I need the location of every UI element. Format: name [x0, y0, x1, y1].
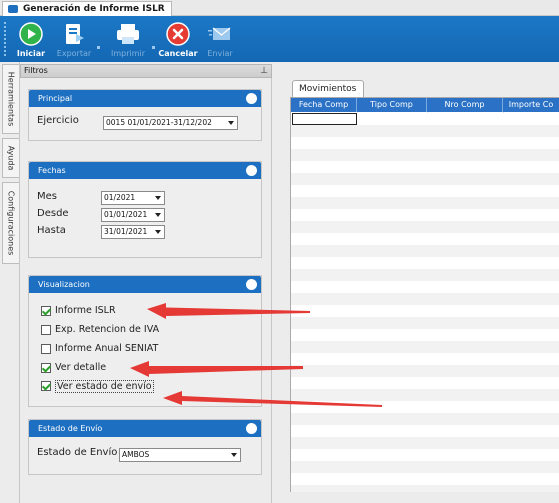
red-arrow-icon [130, 361, 303, 377]
red-arrow-icon [130, 303, 382, 407]
annotation-overlay [130, 303, 382, 407]
red-arrow-icon [147, 303, 310, 319]
red-arrow-icon [163, 391, 382, 407]
